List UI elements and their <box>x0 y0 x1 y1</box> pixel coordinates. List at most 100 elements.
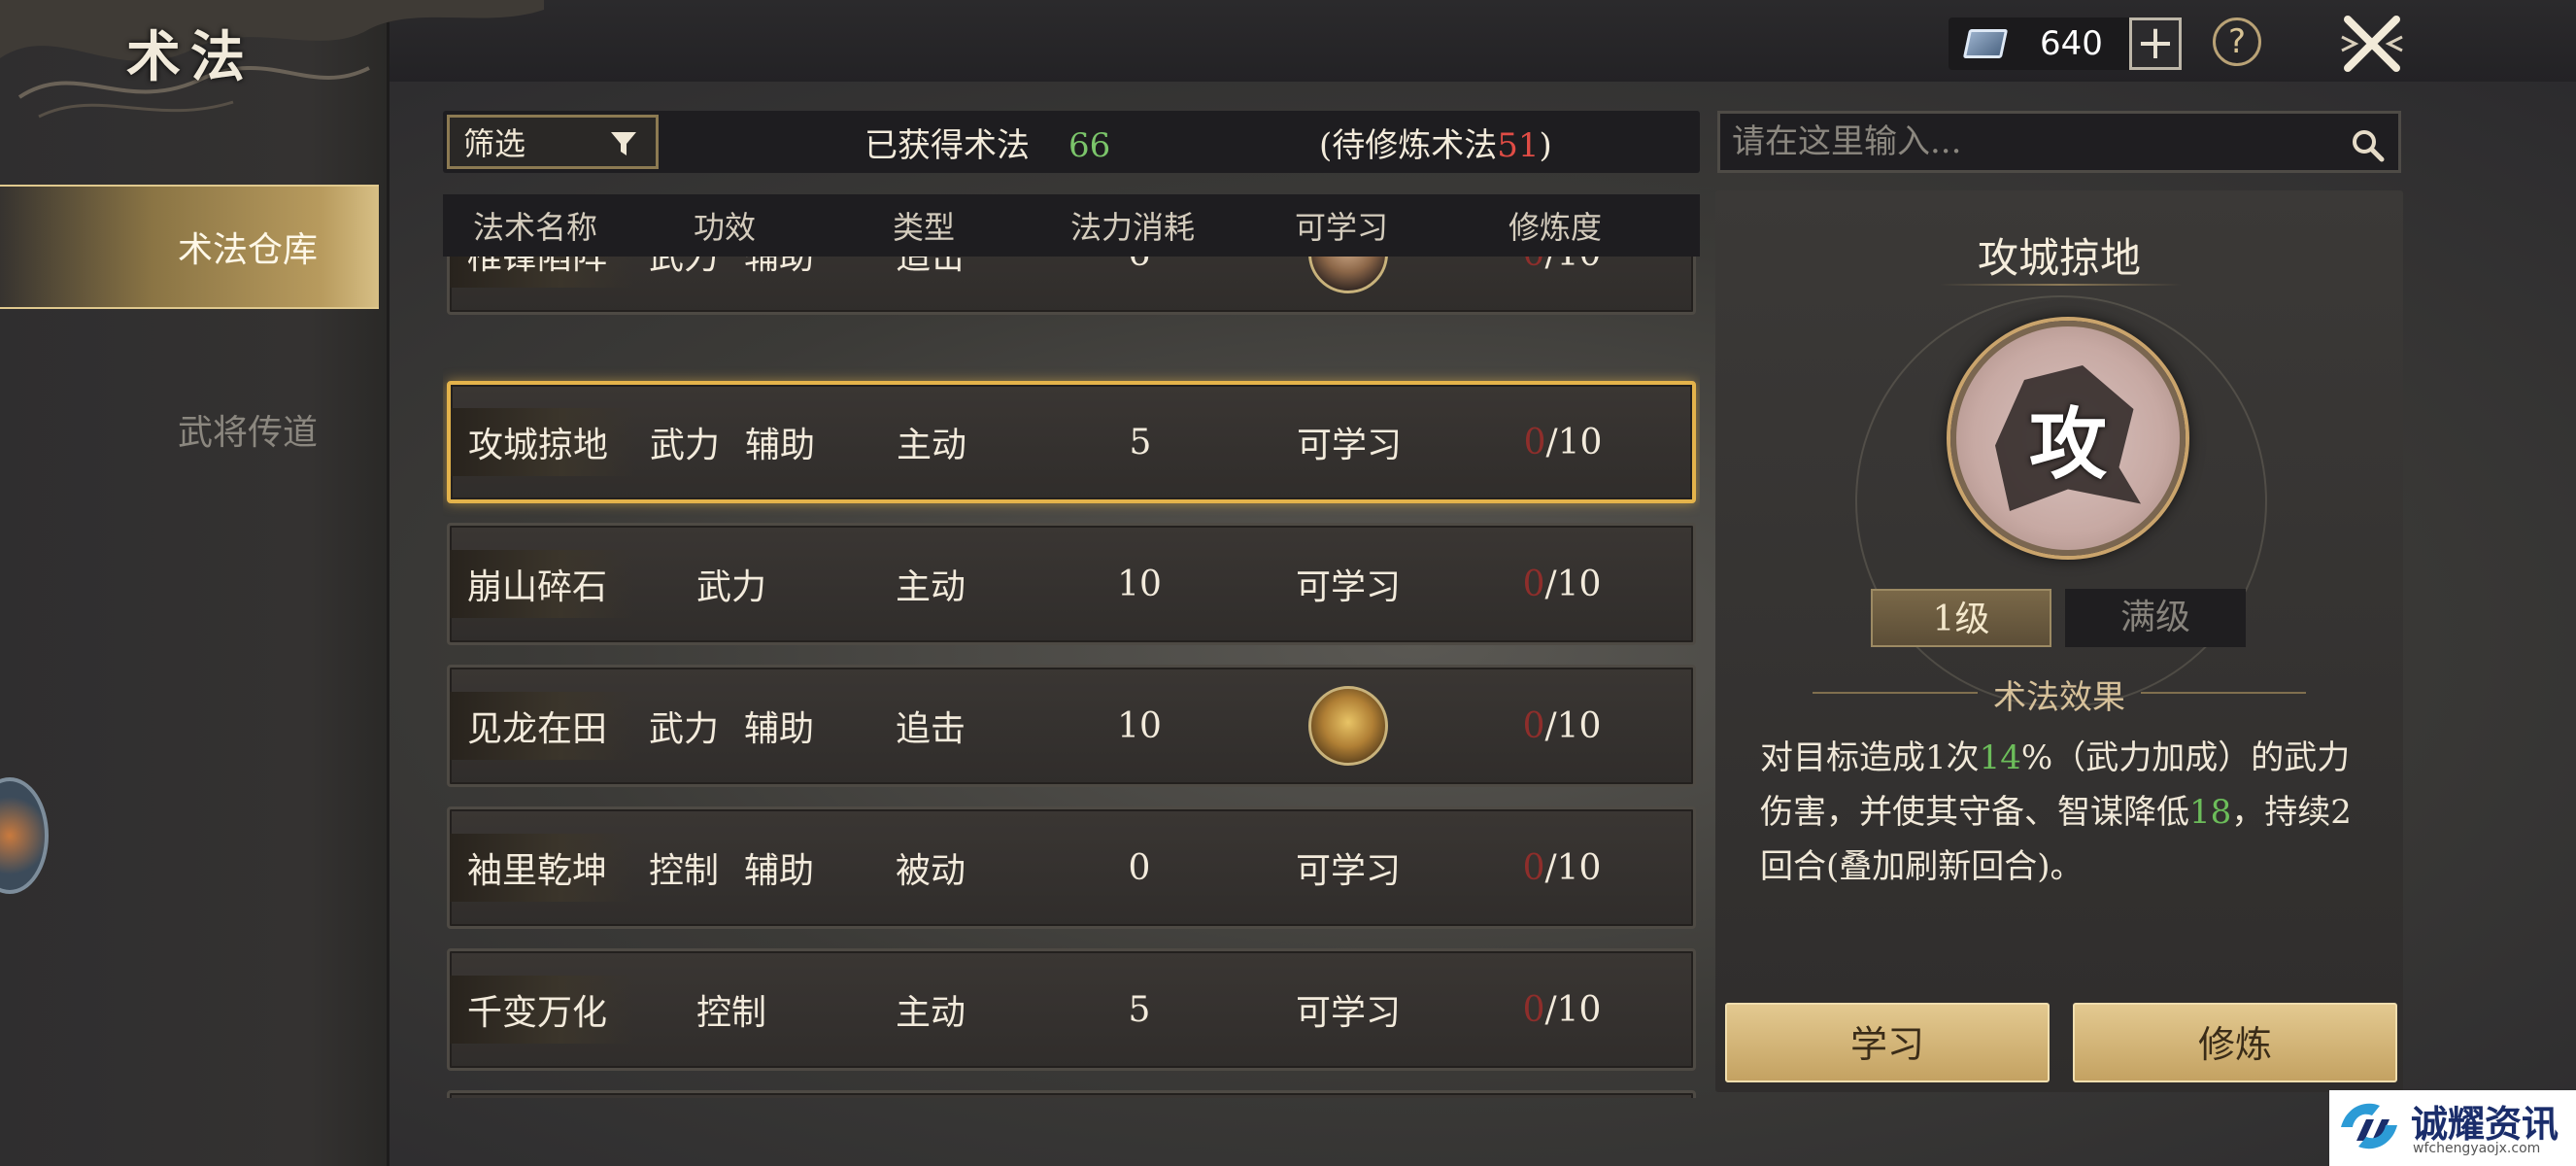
spell-progress: 0/10 <box>1451 423 1675 463</box>
search-input[interactable] <box>1730 121 2336 162</box>
spell-cost: 5 <box>1128 989 1151 1030</box>
effect-tag: 辅助 <box>744 257 815 277</box>
effect-description: 对目标造成1次14%（武力加成）的武力伤害，并使其守备、智谋降低18，持续2回合… <box>1760 731 2368 894</box>
spell-progress: 0/10 <box>1450 990 1674 1030</box>
learnable-cell: 可学习 <box>1295 993 1401 1033</box>
general-avatar[interactable] <box>1308 686 1388 766</box>
watermark-url: wfchengyaojx.com <box>2413 1141 2541 1156</box>
pending-count: 51 <box>1497 126 1540 165</box>
progress-max: /10 <box>1544 564 1602 604</box>
sidebar-item-general-teaching[interactable]: 武将传道 <box>0 367 379 492</box>
help-button[interactable]: ? <box>2213 17 2261 66</box>
column-header-progress[interactable]: 修炼度 <box>1443 203 1667 248</box>
watermark-logo-icon <box>2341 1103 2397 1149</box>
level-1-tab[interactable]: 1级 <box>1871 589 2051 647</box>
desc-text: 对目标造成1次 <box>1760 738 1980 777</box>
desc-value: 18 <box>2189 793 2232 832</box>
column-header-learnable[interactable]: 可学习 <box>1239 203 1443 248</box>
obtained-count: 66 <box>1068 126 1111 165</box>
pending-label: (待修炼术法 <box>1319 126 1498 165</box>
title-divider <box>1939 284 2182 286</box>
pending-suffix: ) <box>1539 126 1552 165</box>
effect-tag: 辅助 <box>745 426 816 465</box>
spell-effects: 武力 辅助 <box>634 701 829 751</box>
spell-effects: 控制 <box>634 984 829 1035</box>
add-currency-button[interactable]: + <box>2129 17 2182 70</box>
spell-progress: 0/10 <box>1450 706 1674 746</box>
effect-tag: 武力 <box>648 257 719 277</box>
effect-heading: 术法效果 <box>1715 670 2403 718</box>
spell-effects: 武力 辅助 <box>634 257 829 279</box>
general-avatar[interactable] <box>1308 257 1388 293</box>
search-icon[interactable] <box>2350 127 2385 162</box>
skill-icon: 攻 <box>1950 321 2186 556</box>
progress-value: 0 <box>1522 989 1545 1030</box>
learnable-cell: 可学习 <box>1296 426 1402 465</box>
page-title: 术法 <box>126 25 254 89</box>
search-box[interactable] <box>1717 111 2401 173</box>
spell-name: 见龙在田 <box>450 692 634 760</box>
learn-button[interactable]: 学习 <box>1725 1003 2050 1082</box>
skill-glyph: 攻 <box>2029 398 2107 490</box>
column-header-cost[interactable]: 法力消耗 <box>1026 203 1239 248</box>
spell-cost: 6 <box>1033 257 1246 274</box>
table-row[interactable]: 千变万化 控制 主动 5 可学习 0/10 <box>447 948 1696 1071</box>
effect-tag: 控制 <box>648 851 719 891</box>
progress-value: 0 <box>1522 564 1545 604</box>
spell-type: 主动 <box>895 993 966 1033</box>
spell-progress: 0/10 <box>1450 565 1674 604</box>
filter-button[interactable]: 筛选 <box>447 115 659 169</box>
spell-name: 千变万化 <box>450 976 634 1044</box>
spell-progress: 0/10 <box>1450 848 1674 888</box>
effect-tag: 武力 <box>695 567 766 607</box>
table-row[interactable]: 椎锋陷阵 武力 辅助 追击 6 0/10 <box>447 257 1696 315</box>
left-panel: 术法 术法仓库 武将传道 <box>0 0 544 1166</box>
spell-name: 椎锋陷阵 <box>450 257 634 288</box>
table-row[interactable]: 见龙在田 武力 辅助 追击 10 0/10 <box>447 665 1696 787</box>
table-row[interactable]: 袖里乾坤 控制 辅助 被动 0 可学习 0/10 <box>447 806 1696 929</box>
desc-value: 14 <box>1979 738 2021 777</box>
progress-max: /10 <box>1544 989 1602 1030</box>
progress-value: 0 <box>1523 422 1546 463</box>
currency-value: 640 <box>2040 24 2103 63</box>
pending-count-text: (待修炼术法51) <box>1319 119 1552 166</box>
spell-effects: 武力 <box>634 559 829 609</box>
progress-max: /10 <box>1544 847 1602 888</box>
progress-value: 0 <box>1522 705 1545 746</box>
close-icon[interactable] <box>2336 8 2408 80</box>
spell-cost: 0 <box>1128 847 1151 888</box>
watermark-text: 诚耀资讯 <box>2411 1103 2559 1146</box>
progress-value: 0 <box>1523 257 1545 274</box>
table-row[interactable] <box>447 1090 1696 1098</box>
spell-type: 被动 <box>895 851 966 891</box>
obtained-label: 已获得术法 <box>864 126 1030 165</box>
effect-tag: 控制 <box>695 993 766 1033</box>
spell-detail-panel: 攻城掠地 攻 1级 满级 术法效果 对目标造成1次14%（武力加成）的武力伤害，… <box>1715 190 2403 1092</box>
currency-display: 640 <box>1949 17 2133 70</box>
spell-effects: 武力 辅助 <box>635 417 830 467</box>
table-row[interactable]: 攻城掠地 武力 辅助 主动 5 可学习 0/10 <box>447 381 1696 503</box>
train-button[interactable]: 修炼 <box>2073 1003 2397 1082</box>
effect-tag: 武力 <box>648 709 719 749</box>
sidebar-item-spell-storage[interactable]: 术法仓库 <box>0 185 379 309</box>
column-header-name[interactable]: 法术名称 <box>443 203 627 248</box>
column-header-type[interactable]: 类型 <box>822 203 1026 248</box>
effect-tag: 武力 <box>649 426 720 465</box>
watermark: 诚耀资讯 wfchengyaojx.com <box>2329 1090 2576 1166</box>
obtained-count-text: 已获得术法 66 <box>864 119 1110 166</box>
learnable-cell <box>1246 686 1450 766</box>
progress-max: /10 <box>1544 257 1601 274</box>
table-row[interactable]: 崩山碎石 武力 主动 10 可学习 0/10 <box>447 523 1696 645</box>
learnable-cell <box>1246 257 1450 293</box>
spell-name: 攻城掠地 <box>451 408 635 476</box>
spell-cost: 10 <box>1117 564 1162 604</box>
column-header-effect[interactable]: 功效 <box>627 203 822 248</box>
progress-max: /10 <box>1545 422 1603 463</box>
spell-table[interactable]: 椎锋陷阵 武力辅助 追击 6 0/10 攻城掠地 武力辅助 主动 5 可学习 0… <box>443 257 1700 1098</box>
side-orb-icon[interactable] <box>0 777 49 894</box>
level-max-tab[interactable]: 满级 <box>2065 589 2246 647</box>
detail-title: 攻城掠地 <box>1977 234 2141 282</box>
spell-type: 追击 <box>895 257 966 277</box>
learnable-cell: 可学习 <box>1295 851 1401 891</box>
effect-tag: 辅助 <box>744 709 815 749</box>
